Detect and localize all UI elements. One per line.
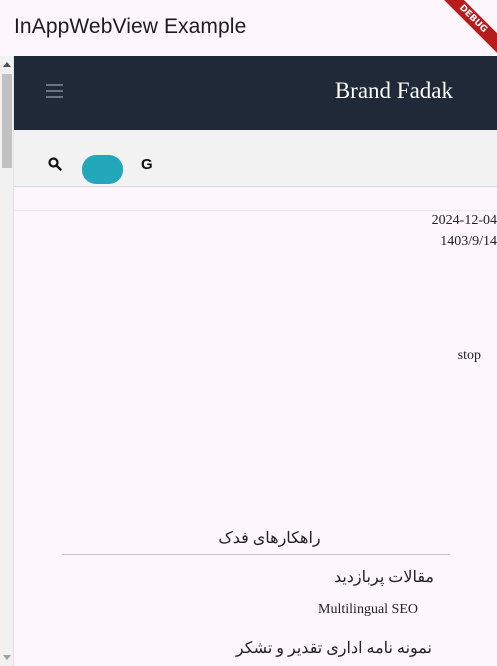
app-root: InAppWebView Example DEBUG Brand Fadak G bbox=[0, 0, 497, 666]
scroll-down-arrow-icon[interactable] bbox=[3, 655, 11, 660]
web-view[interactable]: Brand Fadak G 2024-12-04 1403/9/14 stop … bbox=[14, 56, 497, 666]
search-icon[interactable] bbox=[48, 157, 62, 171]
footer-divider bbox=[62, 554, 450, 555]
toggle-switch[interactable] bbox=[82, 155, 123, 184]
app-title: InAppWebView Example bbox=[14, 15, 247, 38]
scroll-up-arrow-icon[interactable] bbox=[3, 62, 11, 67]
scrollbar[interactable] bbox=[0, 56, 14, 666]
hamburger-menu-icon[interactable] bbox=[46, 84, 64, 100]
footer-link-popular-articles[interactable]: مقالات پربازدید bbox=[334, 567, 434, 587]
brand-name[interactable]: Brand Fadak bbox=[335, 78, 453, 104]
app-bar: InAppWebView Example DEBUG bbox=[0, 0, 497, 58]
footer-link-appreciation-letter[interactable]: نمونه نامه اداری تقدیر و تشکر bbox=[236, 638, 432, 658]
jalali-date: 1403/9/14 bbox=[440, 234, 497, 249]
debug-banner: DEBUG bbox=[434, 0, 497, 58]
toolbar: G bbox=[14, 130, 497, 187]
site-header: Brand Fadak bbox=[14, 56, 497, 130]
google-g-icon[interactable]: G bbox=[141, 156, 153, 173]
divider bbox=[14, 210, 497, 211]
gregorian-date: 2024-12-04 bbox=[431, 213, 497, 228]
footer-section-title: راهکارهای فدک bbox=[14, 528, 497, 548]
footer-title-text: راهکارهای فدک bbox=[218, 530, 321, 547]
scroll-thumb[interactable] bbox=[2, 74, 12, 168]
footer-link-multilingual-seo[interactable]: Multilingual SEO bbox=[318, 602, 418, 618]
stop-label: stop bbox=[457, 348, 481, 363]
